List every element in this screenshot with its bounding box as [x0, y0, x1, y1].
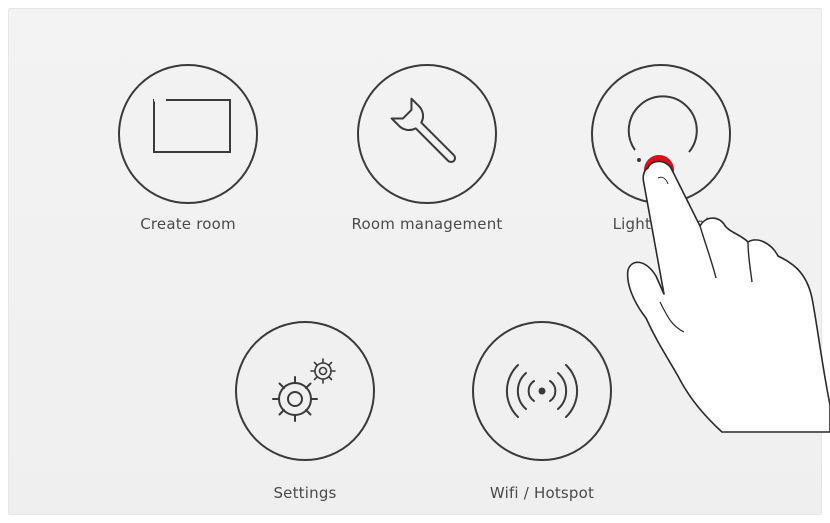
settings-label: Settings: [273, 484, 337, 502]
touch-indicator: [644, 155, 674, 185]
settings-button[interactable]: [235, 321, 375, 461]
gears-icon: [272, 358, 336, 422]
room-management-label: Room management: [351, 215, 503, 233]
wifi-hotspot-button[interactable]: [472, 321, 612, 461]
menu-tile-room-management[interactable]: Room management: [317, 64, 537, 264]
room-management-button[interactable]: [357, 64, 497, 204]
create-room-label: Create room: [140, 215, 236, 233]
menu-tile-settings[interactable]: Settings: [195, 321, 415, 521]
menu-tile-wifi-hotspot[interactable]: Wifi / Hotspot: [432, 321, 652, 521]
create-room-frame-icon: [153, 98, 231, 153]
create-room-button[interactable]: [118, 64, 258, 204]
wifi-hotspot-label: Wifi / Hotspot: [489, 484, 595, 502]
menu-tile-create-room[interactable]: Create room: [78, 64, 298, 264]
wrench-icon: [390, 97, 457, 164]
light-control-label: Light control: [612, 215, 710, 233]
wifi-hotspot-icon: [505, 364, 579, 418]
